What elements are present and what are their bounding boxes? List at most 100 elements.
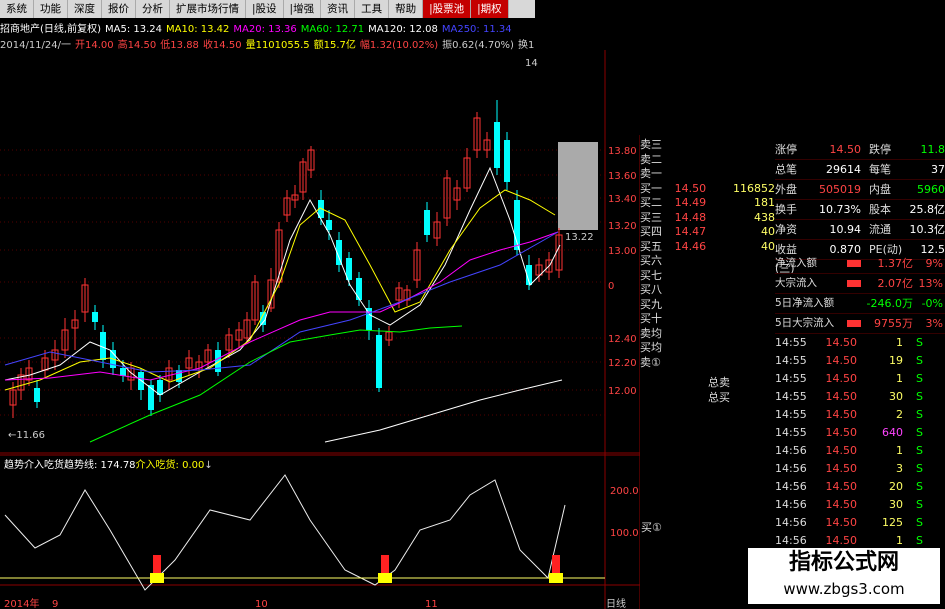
- menu-item-0[interactable]: 系统: [0, 0, 34, 18]
- tick-volume: 19: [889, 354, 903, 367]
- orderbook-row: 买七: [640, 269, 775, 284]
- osc-tick-label: 100.0: [610, 528, 639, 539]
- menu-item-12[interactable]: |期权: [471, 0, 509, 18]
- info1-field: MA60: 12.71: [300, 24, 365, 34]
- tick-side: S: [916, 444, 923, 457]
- tick-price: 14.50: [825, 408, 858, 421]
- tick-price: 14.50: [825, 372, 858, 385]
- candle-body-down: [157, 380, 163, 395]
- orderbook-volume: [727, 341, 775, 356]
- ma-info-bar: 招商地产(日线,前复权) MA5: 13.24 MA10: 13.42 MA20: 1…: [0, 20, 535, 34]
- price-tick-label: 13.80: [608, 146, 637, 157]
- tick-volume: 1: [896, 372, 903, 385]
- orderbook-price: [669, 312, 728, 327]
- order-book: 卖三 卖二 卖一 买一 14.50 116852 买二 14.49 181 买三 14.48 438 买…: [640, 138, 775, 370]
- flow-bar-fill: [847, 320, 861, 327]
- menu-item-7[interactable]: |增强: [284, 0, 322, 18]
- tick-time: 14:55: [775, 408, 807, 421]
- orderbook-label: 买九: [640, 297, 662, 311]
- menu-bar: 系统 功能 深度 报价 分析 扩展市场行情 |股设 |增强 资讯 工具 帮助 |股票池 |期权: [0, 0, 535, 18]
- tick-side: S: [916, 354, 923, 367]
- flow-key: 5日大宗流入: [775, 317, 835, 329]
- orderbook-row: 买四 14.47 40: [640, 225, 775, 240]
- info2-field: 高14.50: [117, 40, 157, 50]
- menu-item-1[interactable]: 功能: [34, 0, 68, 18]
- menu-item-11[interactable]: |股票池: [423, 0, 472, 18]
- orderbook-label: 买三: [640, 210, 662, 224]
- stat-key-2: 每笔: [869, 163, 891, 176]
- orderbook-row: 买三 14.48 438: [640, 211, 775, 226]
- orderbook-volume: [727, 312, 775, 327]
- tick-price: 14.50: [825, 426, 858, 439]
- trend-line: [4, 474, 566, 591]
- tick-side: S: [916, 516, 923, 529]
- stat-row: 总笔 29614 每笔 37: [775, 160, 945, 180]
- tick-list: 14:55 14.50 1 S 14:55 14.50 19 S 14:55 14.50 1 S 14:…: [775, 334, 945, 550]
- x-tick-label: 2014年: [4, 597, 39, 609]
- tick-time: 14:56: [775, 462, 807, 475]
- flow-row: 大宗流入 2.07亿 13%: [775, 274, 945, 294]
- candle-body-down: [120, 368, 126, 376]
- tick-row: 14:56 14.50 30 S: [775, 496, 945, 514]
- menu-item-3[interactable]: 报价: [102, 0, 136, 18]
- info1-field: 招商地产(日线,前复权): [0, 24, 101, 34]
- tick-price: 14.50: [825, 354, 858, 367]
- menu-item-10[interactable]: 帮助: [389, 0, 424, 18]
- period-label: 日线: [606, 597, 626, 609]
- info2-field: 幅1.32(10.02%): [359, 40, 439, 50]
- tick-time: 14:56: [775, 480, 807, 493]
- tick-row: 14:56 14.50 125 S: [775, 514, 945, 532]
- orderbook-label: 买五: [640, 239, 662, 253]
- signal-bar-red: [153, 555, 161, 573]
- kline-chart[interactable]: 13.80 13.60 13.40 13.20 13.00 0 12.40 12.20 12.0…: [0, 50, 640, 609]
- flow-bar-fill: [847, 280, 861, 287]
- orderbook-label: 卖三: [640, 138, 662, 151]
- info2-field: 开14.00: [75, 40, 114, 50]
- info2-field: 2014/11/24/一: [0, 40, 72, 50]
- flow-row: 5日净流入额 -246.0万 -0%: [775, 294, 945, 314]
- panel-field: 趋势介入吃货: [4, 460, 64, 471]
- tick-row: 14:55 14.50 640 S: [775, 424, 945, 442]
- orderbook-row: 买二 14.49 181: [640, 196, 775, 211]
- price-tick-label: 12.40: [608, 334, 637, 345]
- flow-value: -246.0万: [866, 297, 913, 310]
- menu-item-2[interactable]: 深度: [68, 0, 102, 18]
- candle-body-down: [92, 312, 98, 322]
- stat-key: 外盘: [775, 183, 797, 196]
- info2-field: 换10.73%: [517, 40, 535, 50]
- tick-volume: 20: [889, 480, 903, 493]
- orderbook-row: 买五 14.46 40: [640, 240, 775, 255]
- price-tick-label: 13.00: [608, 246, 637, 257]
- stat-value-2: 10.3亿: [909, 223, 945, 236]
- stat-row: 净资 10.94 流通 10.3亿: [775, 220, 945, 240]
- tick-time: 14:55: [775, 390, 807, 403]
- orderbook-volume: [727, 167, 775, 182]
- orderbook-price: 14.46: [674, 239, 707, 253]
- menu-item-8[interactable]: 资讯: [321, 0, 356, 18]
- orderbook-row: 买六: [640, 254, 775, 269]
- tick-time: 14:55: [775, 372, 807, 385]
- menu-item-9[interactable]: 工具: [355, 0, 390, 18]
- tick-price: 14.50: [825, 480, 858, 493]
- tick-volume: 125: [882, 516, 903, 529]
- tick-row: 14:55 14.50 30 S: [775, 388, 945, 406]
- orderbook-volume: [727, 269, 775, 284]
- orderbook-volume: [727, 254, 775, 269]
- menu-item-6[interactable]: |股设: [246, 0, 284, 18]
- info2-field: 额15.7亿: [313, 40, 356, 50]
- tick-volume: 30: [889, 498, 903, 511]
- menu-item-4[interactable]: 分析: [136, 0, 170, 18]
- tick-row: 14:55 14.50 1 S: [775, 370, 945, 388]
- menu-item-5[interactable]: 扩展市场行情: [170, 0, 246, 18]
- total-buy-label: 总买: [708, 391, 730, 404]
- orderbook-row: 买八: [640, 283, 775, 298]
- orderbook-price: [669, 327, 728, 342]
- orderbook-row: 买一 14.50 116852: [640, 182, 775, 197]
- tick-side: S: [916, 462, 923, 475]
- tick-time: 14:56: [775, 498, 807, 511]
- orderbook-row: 卖①: [640, 356, 775, 371]
- stat-value: 29614: [826, 163, 861, 176]
- tick-row: 14:55 14.50 1 S: [775, 334, 945, 352]
- orderbook-label: 买七: [640, 268, 662, 282]
- orderbook-row: 卖均: [640, 327, 775, 342]
